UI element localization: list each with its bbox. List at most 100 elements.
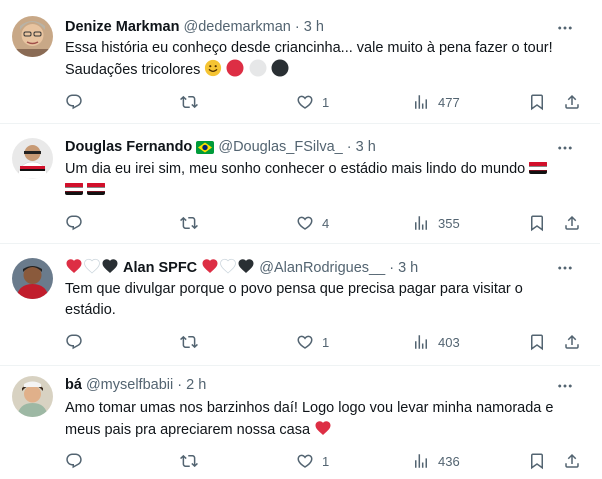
action-bar: 1 477 [0,92,600,112]
like-button[interactable]: 1 [296,451,329,471]
tweet-text: Tem que divulgar porque o povo pensa que… [65,279,586,321]
author-handle[interactable]: @Douglas_FSilva_ [218,139,342,155]
black-circle-emoji-icon [271,59,289,84]
action-bar: 4 355 [0,213,600,233]
bookmark-icon [528,93,546,111]
reply-icon [65,333,83,351]
more-icon[interactable] [556,377,574,395]
timestamp[interactable]: 3 h [398,260,418,276]
author-handle[interactable]: @dedemarkman [183,19,290,35]
views-button[interactable]: 436 [412,451,460,471]
views-button[interactable]: 355 [412,213,460,233]
views-icon [412,93,430,111]
red-circle-emoji-icon [226,59,244,84]
reply-button[interactable] [65,451,91,471]
like-icon [296,452,314,470]
white-heart-emoji-icon [83,257,101,281]
share-icon [563,333,581,351]
like-count: 1 [322,453,330,469]
avatar[interactable] [12,16,53,57]
reply-button[interactable] [65,332,91,352]
views-icon [412,214,430,232]
brazil-flag-emoji-icon [196,140,215,160]
author-name[interactable]: Douglas Fernando [65,139,192,155]
like-icon [296,93,314,111]
avatar[interactable] [12,138,53,179]
like-icon [296,214,314,232]
action-bar: 1 403 [0,332,600,352]
retweet-button[interactable] [180,92,206,112]
more-icon[interactable] [556,139,574,157]
bookmark-button[interactable] [528,451,546,471]
view-count: 355 [438,215,460,231]
smiley-emoji-icon [204,59,222,84]
black-heart-emoji-icon [101,257,119,281]
views-button[interactable]: 403 [412,332,460,352]
tweet-text-line: meus pais pra apreciarem nossa casa [65,422,311,438]
tweet-item[interactable]: Denize Markman @dedemarkman · 3 h Essa h… [0,0,600,124]
reply-button[interactable] [65,213,91,233]
reply-icon [65,214,83,232]
share-button[interactable] [563,213,581,233]
timestamp[interactable]: 3 h [356,139,376,155]
share-button[interactable] [563,92,581,112]
like-count: 1 [322,334,330,350]
bookmark-icon [528,452,546,470]
more-icon[interactable] [556,259,574,277]
like-button[interactable]: 1 [296,92,329,112]
tweet-text: Amo tomar umas nos barzinhos daí! Logo l… [65,398,586,444]
avatar[interactable] [12,258,53,299]
bookmark-button[interactable] [528,332,546,352]
timestamp[interactable]: 3 h [304,19,324,35]
timestamp[interactable]: 2 h [186,377,206,393]
share-button[interactable] [563,332,581,352]
author-name[interactable]: bá [65,377,82,393]
views-button[interactable]: 477 [412,92,460,112]
retweet-button[interactable] [180,332,206,352]
like-icon [296,333,314,351]
tweet-item[interactable]: Douglas Fernando @Douglas_FSilva_ · 3 h … [0,124,600,244]
tweet-text-line: estádio. [65,302,116,318]
bookmark-icon [528,333,546,351]
retweet-icon [180,333,198,351]
retweet-icon [180,452,198,470]
white-circle-emoji-icon [249,59,267,84]
view-count: 403 [438,334,460,350]
tweet-text-line: Saudações tricolores [65,62,201,78]
red-heart-emoji-icon [65,257,83,281]
reply-icon [65,452,83,470]
red-heart-emoji-icon [314,419,332,444]
avatar[interactable] [12,376,53,417]
author-name[interactable]: Alan SPFC [123,260,197,276]
separator-dot: · [346,139,352,155]
spfc-flag-emoji-icon [87,182,105,195]
bookmark-button[interactable] [528,213,546,233]
tweet-item[interactable]: Alan SPFC @AlanRodrigues__ · 3 h Tem que… [0,244,600,366]
spfc-flag-emoji-icon [529,161,547,174]
like-count: 1 [322,94,330,110]
tweet-text-line: Essa história eu conheço desde criancinh… [65,40,553,56]
share-icon [563,214,581,232]
separator-dot: · [389,260,395,276]
share-button[interactable] [563,451,581,471]
black-heart-emoji-icon [237,257,255,281]
view-count: 477 [438,94,460,110]
bookmark-icon [528,214,546,232]
like-button[interactable]: 1 [296,332,329,352]
reply-button[interactable] [65,92,91,112]
retweet-button[interactable] [180,451,206,471]
retweet-button[interactable] [180,213,206,233]
views-icon [412,452,430,470]
more-icon[interactable] [556,19,574,37]
bookmark-button[interactable] [528,92,546,112]
tweet-text: Essa história eu conheço desde criancinh… [65,38,586,84]
author-name[interactable]: Denize Markman [65,19,179,35]
tweet-item[interactable]: bá @myselfbabii · 2 h Amo tomar umas nos… [0,366,600,479]
reply-icon [65,93,83,111]
author-handle[interactable]: @AlanRodrigues__ [259,260,385,276]
like-button[interactable]: 4 [296,213,329,233]
like-count: 4 [322,215,330,231]
tweet-text: Um dia eu irei sim, meu sonho conhecer o… [65,159,586,201]
retweet-icon [180,214,198,232]
author-handle[interactable]: @myselfbabii [86,377,173,393]
